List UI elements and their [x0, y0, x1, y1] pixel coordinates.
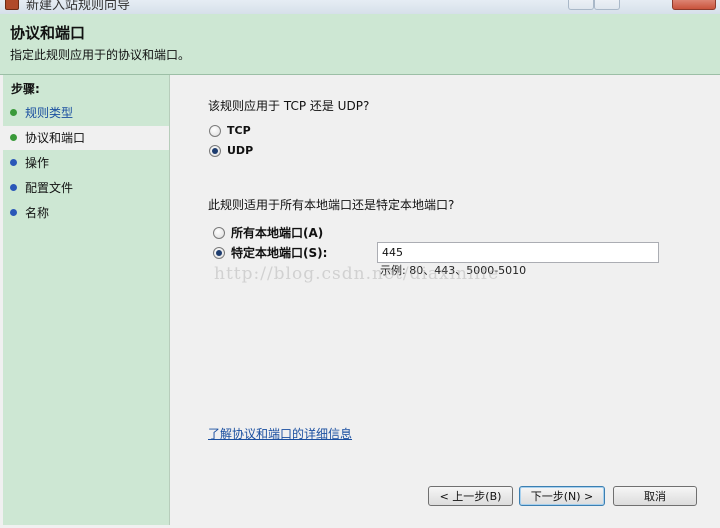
- udp-label: UDP: [227, 144, 254, 157]
- step-profile[interactable]: 配置文件: [3, 176, 169, 200]
- tcp-radio[interactable]: [209, 124, 221, 137]
- step-bullet-icon: [10, 159, 17, 166]
- close-button[interactable]: [672, 0, 716, 10]
- step-name[interactable]: 名称: [3, 201, 169, 225]
- firewall-app-icon: [5, 0, 19, 10]
- page-subtitle: 指定此规则应用于的协议和端口。: [10, 48, 191, 62]
- learn-more-link[interactable]: 了解协议和端口的详细信息: [208, 425, 352, 442]
- ports-question: 此规则适用于所有本地端口还是特定本地端口?: [208, 198, 455, 212]
- all-ports-label: 所有本地端口(A): [231, 226, 324, 240]
- main-content: 该规则应用于 TCP 还是 UDP? TCP UDP 此规则适用于所有本地端口还…: [171, 75, 720, 528]
- protocol-question: 该规则应用于 TCP 还是 UDP?: [208, 99, 370, 113]
- minimize-button[interactable]: [568, 0, 594, 10]
- specific-ports-radio[interactable]: [213, 246, 225, 259]
- tcp-label: TCP: [227, 124, 251, 137]
- step-protocol-ports[interactable]: 协议和端口: [3, 126, 169, 150]
- maximize-button[interactable]: [594, 0, 620, 10]
- tcp-radio-option[interactable]: TCP: [209, 124, 251, 137]
- step-label: 规则类型: [25, 106, 74, 120]
- back-button[interactable]: < 上一步(B): [428, 486, 513, 506]
- step-rule-type[interactable]: 规则类型: [3, 101, 169, 125]
- ports-example: 示例: 80、443、5000-5010: [380, 264, 527, 277]
- steps-title: 步骤:: [11, 82, 40, 96]
- wizard-header: 协议和端口 指定此规则应用于的协议和端口。: [0, 14, 720, 75]
- window-titlebar: 新建入站规则向导: [0, 0, 720, 14]
- udp-radio[interactable]: [209, 144, 221, 157]
- step-label: 名称: [25, 206, 50, 220]
- cancel-button[interactable]: 取消: [613, 486, 697, 506]
- page-title: 协议和端口: [10, 24, 86, 42]
- specific-ports-input[interactable]: [377, 242, 659, 263]
- step-label: 协议和端口: [25, 131, 86, 145]
- step-bullet-icon: [10, 184, 17, 191]
- udp-radio-option[interactable]: UDP: [209, 144, 253, 157]
- steps-panel: 步骤: 规则类型 协议和端口 操作 配置文件 名称: [3, 75, 170, 525]
- all-ports-radio[interactable]: [213, 226, 225, 239]
- all-ports-radio-option[interactable]: 所有本地端口(A): [213, 224, 323, 241]
- step-label: 操作: [25, 156, 50, 170]
- step-label: 配置文件: [25, 181, 74, 195]
- step-bullet-icon: [10, 134, 17, 141]
- specific-ports-label: 特定本地端口(S):: [231, 246, 328, 260]
- step-bullet-icon: [10, 209, 17, 216]
- specific-ports-radio-option[interactable]: 特定本地端口(S):: [213, 244, 327, 261]
- step-action[interactable]: 操作: [3, 151, 169, 175]
- next-button[interactable]: 下一步(N) >: [519, 486, 605, 506]
- step-bullet-icon: [10, 109, 17, 116]
- window-title: 新建入站规则向导: [26, 0, 131, 13]
